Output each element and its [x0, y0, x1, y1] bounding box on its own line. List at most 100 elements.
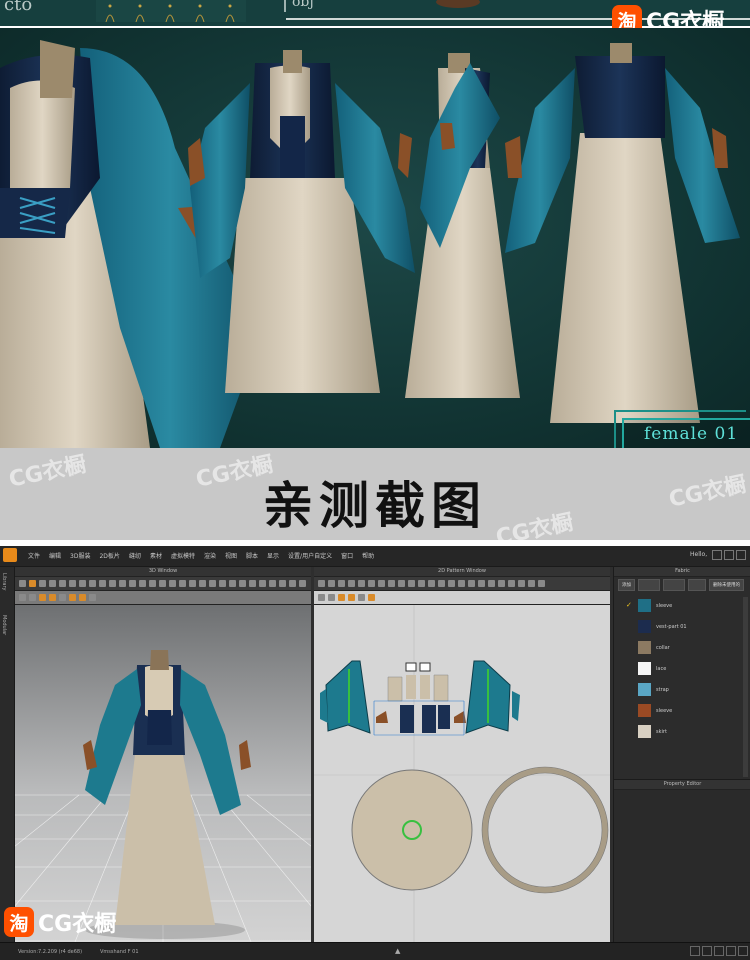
tool-icon[interactable]	[259, 580, 266, 587]
tool-icon[interactable]	[129, 580, 136, 587]
tool-icon[interactable]	[418, 580, 425, 587]
tool-icon[interactable]	[29, 580, 36, 587]
tool-icon[interactable]	[29, 594, 36, 601]
tool-icon[interactable]	[458, 580, 465, 587]
fabric-button[interactable]	[688, 579, 706, 591]
menu-item[interactable]: 虚拟模特	[171, 551, 195, 560]
menu-item[interactable]: 视图	[225, 551, 237, 560]
tool-icon[interactable]	[408, 580, 415, 587]
delete-unused-button[interactable]: 删除未使用的	[709, 579, 744, 591]
fabric-item[interactable]: vest-part 01	[614, 618, 744, 636]
tool-icon[interactable]	[219, 580, 226, 587]
menu-item[interactable]: 渲染	[204, 551, 216, 560]
layout-icon[interactable]	[702, 946, 712, 956]
layout-icon[interactable]	[738, 946, 748, 956]
menu-item[interactable]: 窗口	[341, 551, 353, 560]
tool-icon[interactable]	[318, 580, 325, 587]
tool-icon[interactable]	[39, 580, 46, 587]
tool-icon[interactable]	[199, 580, 206, 587]
tool-icon[interactable]	[89, 580, 96, 587]
tool-icon[interactable]	[59, 594, 66, 601]
tool-icon[interactable]	[338, 580, 345, 587]
fabric-button[interactable]	[638, 579, 660, 591]
menu-item[interactable]: 2D板片	[99, 551, 119, 560]
tool-icon[interactable]	[49, 580, 56, 587]
tool-icon[interactable]	[39, 594, 46, 601]
tool-icon[interactable]	[528, 580, 535, 587]
tool-icon[interactable]	[518, 580, 525, 587]
tool-icon[interactable]	[378, 580, 385, 587]
tool-icon[interactable]	[328, 594, 335, 601]
menu-item[interactable]: 显示	[267, 551, 279, 560]
tool-icon[interactable]	[368, 594, 375, 601]
tab-library[interactable]: Library	[1, 573, 7, 590]
tool-icon[interactable]	[508, 580, 515, 587]
menu-item[interactable]: 素材	[150, 551, 162, 560]
tool-icon[interactable]	[318, 594, 325, 601]
layout-icon[interactable]	[690, 946, 700, 956]
tool-icon[interactable]	[488, 580, 495, 587]
tool-icon[interactable]	[19, 594, 26, 601]
menu-item[interactable]: 文件	[28, 551, 40, 560]
fabric-scrollbar[interactable]	[743, 597, 748, 777]
tool-icon[interactable]	[89, 594, 96, 601]
tool-icon[interactable]	[358, 580, 365, 587]
tool-icon[interactable]	[69, 580, 76, 587]
tool-icon[interactable]	[69, 594, 76, 601]
layout-icon[interactable]	[726, 946, 736, 956]
viewport-2d[interactable]	[314, 605, 610, 942]
tool-icon[interactable]	[448, 580, 455, 587]
tool-icon[interactable]	[179, 580, 186, 587]
close-button[interactable]	[736, 550, 746, 560]
tool-icon[interactable]	[428, 580, 435, 587]
menu-item[interactable]: 编辑	[49, 551, 61, 560]
tool-icon[interactable]	[189, 580, 196, 587]
tool-icon[interactable]	[49, 594, 56, 601]
tool-icon[interactable]	[468, 580, 475, 587]
tool-icon[interactable]	[498, 580, 505, 587]
tool-icon[interactable]	[169, 580, 176, 587]
viewport-3d[interactable]	[15, 605, 311, 942]
tool-icon[interactable]	[59, 580, 66, 587]
tool-icon[interactable]	[19, 580, 26, 587]
tool-icon[interactable]	[79, 580, 86, 587]
tab-modular[interactable]: Modular	[1, 615, 7, 635]
menu-item[interactable]: 3D服装	[70, 551, 90, 560]
tool-icon[interactable]	[119, 580, 126, 587]
tool-icon[interactable]	[348, 594, 355, 601]
tool-icon[interactable]	[538, 580, 545, 587]
menu-item[interactable]: 帮助	[362, 551, 374, 560]
tool-icon[interactable]	[139, 580, 146, 587]
tool-icon[interactable]	[388, 580, 395, 587]
tool-icon[interactable]	[79, 594, 86, 601]
tool-icon[interactable]	[328, 580, 335, 587]
fabric-item[interactable]: ✓ sleeve	[614, 597, 744, 615]
tool-icon[interactable]	[109, 580, 116, 587]
tool-icon[interactable]	[358, 594, 365, 601]
tool-icon[interactable]	[209, 580, 216, 587]
tool-icon[interactable]	[99, 580, 106, 587]
maximize-button[interactable]	[724, 550, 734, 560]
add-fabric-button[interactable]: 添加	[618, 579, 635, 591]
fabric-item[interactable]: collar	[614, 639, 744, 657]
tool-icon[interactable]	[348, 580, 355, 587]
minimize-button[interactable]	[712, 550, 722, 560]
tool-icon[interactable]	[289, 580, 296, 587]
tool-icon[interactable]	[438, 580, 445, 587]
tool-icon[interactable]	[398, 580, 405, 587]
tool-icon[interactable]	[338, 594, 345, 601]
layout-icon[interactable]	[714, 946, 724, 956]
tool-icon[interactable]	[269, 580, 276, 587]
fabric-button[interactable]	[663, 579, 685, 591]
tool-icon[interactable]	[159, 580, 166, 587]
fabric-item[interactable]: sleeve	[614, 702, 744, 720]
menu-item[interactable]: 脚本	[246, 551, 258, 560]
fabric-item[interactable]: strap	[614, 681, 744, 699]
fabric-item[interactable]: lace	[614, 660, 744, 678]
tool-icon[interactable]	[279, 580, 286, 587]
fabric-item[interactable]: skirt	[614, 723, 744, 741]
tool-icon[interactable]	[229, 580, 236, 587]
menu-item[interactable]: 缝纫	[129, 551, 141, 560]
tool-icon[interactable]	[239, 580, 246, 587]
tool-icon[interactable]	[299, 580, 306, 587]
